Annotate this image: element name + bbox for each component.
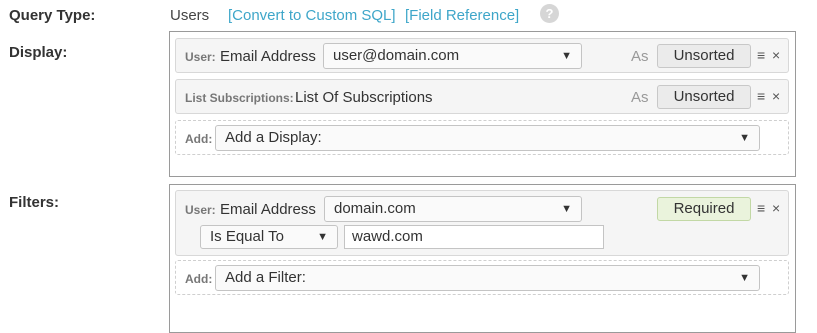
display-row-prefix: List Subscriptions: (185, 91, 294, 105)
query-type-value: Users (170, 7, 210, 24)
convert-to-custom-sql-link[interactable]: [Convert to Custom SQL] (228, 7, 396, 24)
add-display-prefix: Add: (185, 132, 213, 146)
sort-button[interactable]: Unsorted (657, 85, 751, 109)
field-reference-link[interactable]: [Field Reference] (405, 7, 519, 24)
as-label: As (631, 89, 649, 106)
sort-button[interactable]: Unsorted (657, 44, 751, 68)
add-display-row: Add: Add a Display: ▼ (175, 120, 789, 155)
filter-field-select-value: domain.com (334, 200, 416, 217)
add-display-select-value: Add a Display: (225, 129, 322, 146)
display-label: Display: (9, 44, 68, 61)
operator-select-value: Is Equal To (210, 228, 284, 245)
remove-icon[interactable]: × (772, 47, 780, 63)
filters-label: Filters: (9, 194, 60, 211)
filter-row-prefix: User: (185, 203, 216, 217)
remove-icon[interactable]: × (772, 88, 780, 104)
filters-panel: User: Email Address domain.com ▼ Require… (169, 184, 796, 333)
display-field-select[interactable]: user@domain.com ▼ (323, 43, 582, 69)
drag-handle-icon[interactable]: ≡ (757, 47, 765, 63)
display-field-select-value: user@domain.com (333, 47, 460, 64)
filter-row-field: Email Address (220, 201, 316, 218)
add-filter-select[interactable]: Add a Filter: ▼ (215, 265, 760, 291)
chevron-down-icon: ▼ (739, 132, 750, 144)
display-row-field: List Of Subscriptions (295, 89, 433, 106)
display-row: List Subscriptions: List Of Subscription… (175, 79, 789, 114)
display-row-prefix: User: (185, 50, 216, 64)
operator-select[interactable]: Is Equal To ▼ (200, 225, 338, 249)
required-button[interactable]: Required (657, 197, 751, 221)
drag-handle-icon[interactable]: ≡ (757, 88, 765, 104)
filter-row: User: Email Address domain.com ▼ Require… (175, 190, 789, 256)
add-filter-prefix: Add: (185, 272, 213, 286)
help-icon[interactable]: ? (540, 4, 559, 23)
chevron-down-icon: ▼ (317, 231, 328, 243)
chevron-down-icon: ▼ (739, 272, 750, 284)
add-filter-select-value: Add a Filter: (225, 269, 306, 286)
drag-handle-icon[interactable]: ≡ (757, 200, 765, 216)
remove-icon[interactable]: × (772, 200, 780, 216)
chevron-down-icon: ▼ (561, 50, 572, 62)
add-filter-row: Add: Add a Filter: ▼ (175, 260, 789, 295)
filter-value-input[interactable]: wawd.com (344, 225, 604, 249)
query-type-label: Query Type: (9, 7, 96, 24)
chevron-down-icon: ▼ (561, 203, 572, 215)
add-display-select[interactable]: Add a Display: ▼ (215, 125, 760, 151)
display-panel: User: Email Address user@domain.com ▼ As… (169, 31, 796, 177)
display-row: User: Email Address user@domain.com ▼ As… (175, 38, 789, 73)
as-label: As (631, 48, 649, 65)
filter-field-select[interactable]: domain.com ▼ (324, 196, 582, 222)
display-row-field: Email Address (220, 48, 316, 65)
